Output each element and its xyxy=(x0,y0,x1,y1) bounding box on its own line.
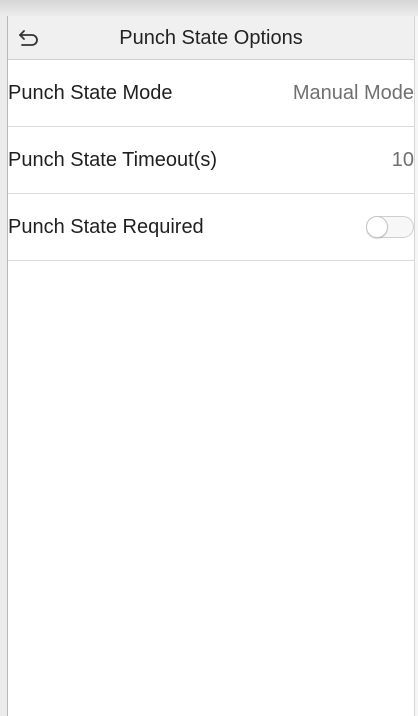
punch-state-required-toggle[interactable] xyxy=(366,216,414,238)
punch-state-mode-row[interactable]: Punch State Mode Manual Mode xyxy=(8,60,414,127)
punch-state-timeout-value: 10 xyxy=(391,148,414,171)
punch-state-mode-label: Punch State Mode xyxy=(8,81,173,104)
device-edge-right xyxy=(414,16,418,716)
punch-state-required-row: Punch State Required xyxy=(8,194,414,261)
punch-state-timeout-row[interactable]: Punch State Timeout(s) 10 xyxy=(8,127,414,194)
settings-list: Punch State Mode Manual Mode Punch State… xyxy=(8,60,414,261)
header-bar: Punch State Options xyxy=(8,16,414,60)
punch-state-mode-value: Manual Mode xyxy=(292,81,414,104)
screen: Punch State Options Punch State Mode Man… xyxy=(0,0,418,716)
top-strip xyxy=(0,0,418,16)
punch-state-required-label: Punch State Required xyxy=(8,215,204,238)
punch-state-timeout-label: Punch State Timeout(s) xyxy=(8,148,217,171)
device-edge-left xyxy=(0,16,8,716)
toggle-knob xyxy=(366,216,388,238)
page-title: Punch State Options xyxy=(119,27,303,49)
